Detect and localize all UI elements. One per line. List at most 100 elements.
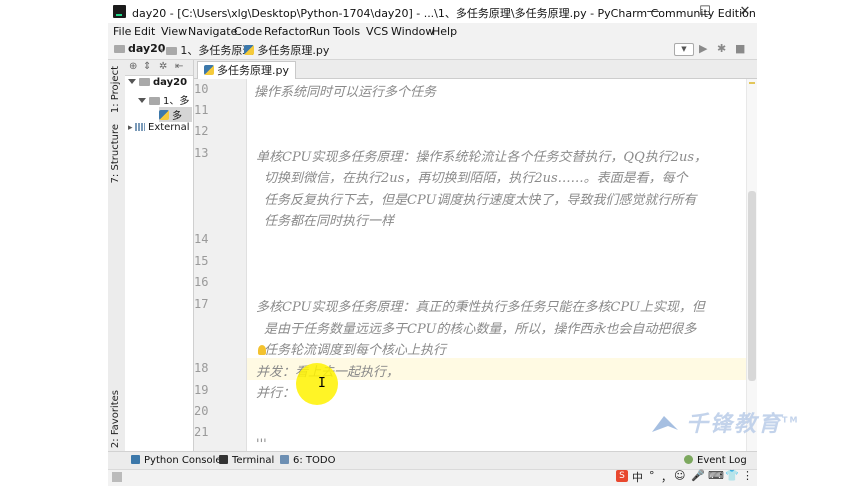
editor-tab-file[interactable]: 多任务原理.py: [197, 61, 296, 79]
ime-keyboard[interactable]: ⌨: [708, 469, 724, 482]
editor-tab-bar: 多任务原理.py: [194, 60, 757, 79]
text-cursor-icon: I: [318, 376, 326, 391]
expand-arrow-icon: [128, 79, 136, 84]
left-margin: [0, 0, 108, 486]
scroll-from-source-icon[interactable]: ⊕: [129, 61, 137, 72]
menu-vcs[interactable]: VCS: [366, 25, 388, 38]
menu-refactor[interactable]: Refactor: [264, 25, 310, 38]
python-console-button[interactable]: Python Console: [131, 455, 222, 466]
ime-punctuation[interactable]: ，: [661, 469, 672, 485]
collapse-all-icon[interactable]: ⇕: [143, 61, 151, 72]
lightbulb-icon[interactable]: [258, 345, 266, 355]
menu-view[interactable]: View: [161, 25, 187, 38]
tree-label: External: [148, 122, 190, 133]
tree-item-day20[interactable]: day20: [128, 77, 187, 92]
pycharm-logo-icon: [113, 5, 126, 18]
gear-icon[interactable]: ✲: [159, 61, 167, 72]
line-number: 18: [194, 361, 209, 375]
run-config-dropdown[interactable]: ▼: [674, 43, 694, 56]
code-line: 切换到微信，在执行2us，再切换到陌陌，执行2us……。表面是看，每个: [264, 171, 688, 186]
menu-tools[interactable]: Tools: [333, 25, 360, 38]
menu-bar: File Edit View Navigate Code Refactor Ru…: [108, 23, 757, 40]
todo-label: 6: TODO: [293, 455, 336, 466]
ime-skin[interactable]: 👕: [725, 469, 739, 482]
tab-structure[interactable]: 7: Structure: [110, 124, 121, 183]
tab-favorites[interactable]: 2: Favorites: [110, 390, 121, 448]
todo-button[interactable]: 6: TODO: [280, 455, 335, 466]
menu-help[interactable]: Help: [432, 25, 457, 38]
tree-item-file[interactable]: 多: [159, 107, 192, 122]
bottom-tool-bar: Python Console Terminal 6: TODO Event Lo…: [108, 451, 757, 470]
menu-code[interactable]: Code: [234, 25, 262, 38]
ime-mode-chinese[interactable]: 中: [632, 469, 643, 485]
code-line: 并行：: [256, 386, 296, 401]
breadcrumb-file[interactable]: › 多任务原理.py: [236, 42, 329, 58]
ime-voice[interactable]: 🎤: [691, 469, 705, 482]
event-log-button[interactable]: Event Log: [684, 455, 747, 466]
scrollbar-thumb[interactable]: [748, 191, 756, 381]
expand-arrow-icon: [138, 98, 146, 103]
stop-icon[interactable]: ■: [735, 42, 745, 55]
menu-window[interactable]: Window: [391, 25, 434, 38]
line-number: 15: [194, 254, 209, 268]
chevron-right-icon: ›: [160, 44, 165, 57]
breadcrumb-file-label: 多任务原理.py: [257, 44, 330, 57]
line-number: 17: [194, 297, 209, 311]
tree-item-subfolder[interactable]: 1、多: [138, 92, 189, 107]
menu-file[interactable]: File: [113, 25, 131, 38]
python-console-label: Python Console: [144, 455, 222, 466]
chevron-right-icon: ›: [238, 44, 243, 57]
warning-marker[interactable]: [749, 82, 755, 84]
menu-edit[interactable]: Edit: [134, 25, 155, 38]
code-line: 多核CPU实现多任务原理：真正的秉性执行多任务只能在多核CPU上实现，但: [256, 300, 705, 315]
menu-navigate[interactable]: Navigate: [188, 25, 237, 38]
code-line: 是由于任务数量远远多于CPU的核心数量，所以，操作西永也会自动把很多: [264, 322, 697, 337]
code-line: 任务都在同时执行一样: [264, 214, 395, 229]
maximize-button[interactable]: ☐: [692, 3, 718, 20]
tree-item-external-libraries[interactable]: ▸ External: [128, 122, 190, 137]
ime-emoji[interactable]: ☺: [674, 469, 685, 482]
sogou-ime-icon[interactable]: S: [616, 470, 628, 482]
ime-menu[interactable]: ⋮: [742, 469, 753, 482]
minimize-button[interactable]: —: [640, 3, 666, 20]
folder-icon: [166, 47, 178, 55]
terminal-label: Terminal: [232, 455, 275, 466]
code-line: 任务轮流调度到每个核心上执行: [264, 343, 447, 358]
terminal-button[interactable]: Terminal: [219, 455, 274, 466]
run-icon[interactable]: ▶: [699, 42, 707, 55]
line-number: 11: [194, 103, 209, 117]
tree-label: 多: [172, 111, 182, 122]
hide-icon[interactable]: ⇤: [175, 61, 183, 72]
close-button[interactable]: ✕: [732, 3, 757, 20]
editor-scrollbar[interactable]: [746, 79, 757, 451]
watermark-label: 千锋教育: [686, 412, 783, 437]
debug-icon[interactable]: ✱: [717, 42, 726, 55]
title-bar: day20 - [C:\Users\xlg\Desktop\Python-170…: [108, 0, 757, 24]
line-number: 16: [194, 275, 209, 289]
tree-label: day20: [153, 77, 188, 88]
line-number: 10: [194, 82, 209, 96]
line-number: 13: [194, 146, 209, 160]
python-console-icon: [131, 455, 140, 464]
status-bar: [108, 469, 757, 486]
todo-icon: [280, 455, 289, 464]
line-number: 19: [194, 383, 209, 397]
line-number: 20: [194, 404, 209, 418]
tab-project[interactable]: 1: Project: [110, 66, 121, 113]
project-panel: ⊕ ⇕ ✲ ⇤ day20 1、多 多 ▸ External: [125, 60, 194, 456]
collapsed-arrow-icon: ▸: [128, 123, 133, 133]
code-editor[interactable]: 10 11 12 13 14 15 16 17 18 19 20 21 操作系统…: [194, 79, 757, 452]
python-file-icon: [204, 65, 214, 75]
navigation-bar: day20 › 1、多任务原理 › 多任务原理.py: [108, 40, 757, 60]
watermark-text: 千锋教育TM: [686, 406, 799, 438]
tool-windows-icon[interactable]: [112, 472, 122, 482]
line-number: 21: [194, 425, 209, 439]
watermark-trademark: TM: [782, 415, 800, 425]
python-file-icon: [159, 110, 169, 120]
line-number: 12: [194, 124, 209, 138]
ime-degree[interactable]: °: [649, 469, 655, 482]
menu-run[interactable]: Run: [309, 25, 330, 38]
event-log-label: Event Log: [697, 455, 747, 466]
folder-icon: [149, 97, 160, 105]
python-file-icon: [244, 45, 255, 55]
